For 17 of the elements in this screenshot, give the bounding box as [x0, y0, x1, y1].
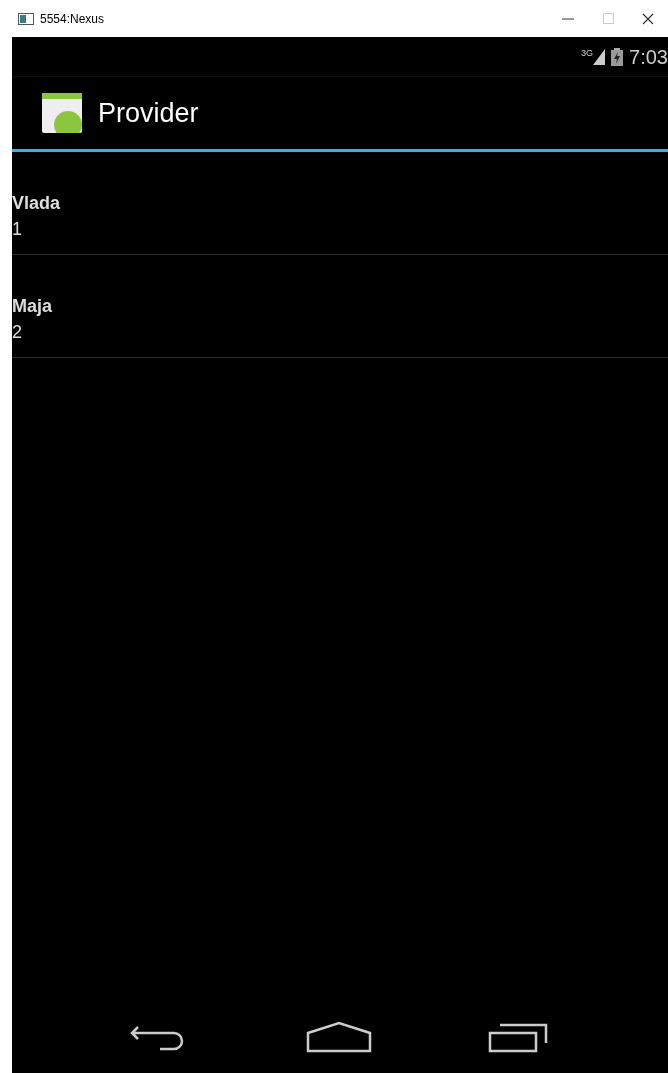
minimize-icon[interactable]	[562, 17, 574, 20]
item-name: Maja	[12, 295, 54, 318]
close-icon[interactable]	[642, 12, 654, 25]
window-title: 5554:Nexus	[40, 10, 105, 28]
item-name: Vlada	[12, 192, 62, 215]
home-icon[interactable]	[306, 1021, 372, 1053]
recent-apps-icon[interactable]	[488, 1021, 550, 1053]
app-title: Provider	[98, 96, 199, 130]
emulator-icon	[18, 12, 34, 25]
network-label: 3G	[581, 48, 594, 58]
item-id: 2	[12, 321, 23, 344]
clock: 7:03	[629, 44, 668, 70]
battery-icon	[611, 47, 624, 66]
item-id: 1	[12, 218, 23, 241]
app-icon	[42, 93, 82, 133]
list-item[interactable]: Vlada 1	[12, 152, 668, 255]
list-item[interactable]: Maja 2	[12, 255, 668, 358]
